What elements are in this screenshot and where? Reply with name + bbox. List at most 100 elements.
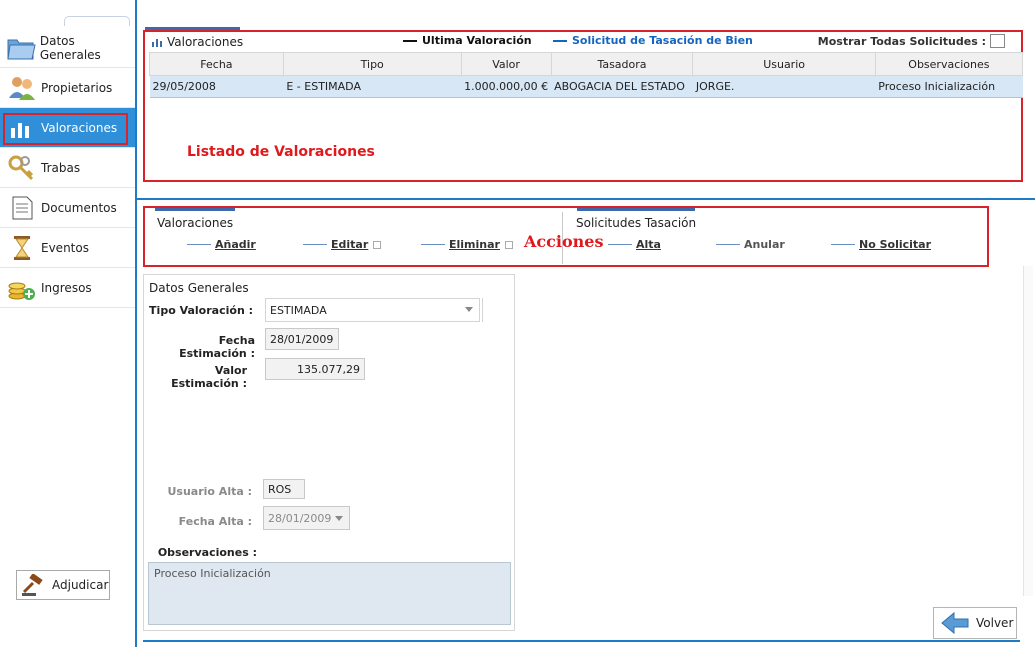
- legend-last-valuation: Ultima Valoración: [403, 34, 532, 47]
- adjudicar-button[interactable]: Adjudicar: [16, 570, 110, 600]
- annotation-acciones: Acciones: [524, 232, 604, 251]
- sidebar-item-propietarios[interactable]: Propietarios: [0, 68, 136, 108]
- show-all-requests: Mostrar Todas Solicitudes :: [818, 34, 1005, 48]
- sidebar-item-label: Propietarios: [41, 80, 113, 95]
- valoraciones-actions: Valoraciones Añadir Editar Eliminar: [147, 210, 561, 265]
- action-line: [421, 244, 445, 245]
- fecha-estimacion-value: 28/01/2009: [270, 332, 334, 346]
- sidebar-item-label: Eventos: [41, 240, 89, 255]
- legend-dash: [553, 39, 567, 42]
- legend-last-text: Ultima Valoración: [422, 34, 532, 47]
- scrollbar[interactable]: [1023, 266, 1033, 596]
- cell-fecha: 29/05/2008: [149, 75, 284, 98]
- add-label: Añadir: [215, 238, 256, 251]
- dropdown-icon: [504, 240, 513, 249]
- add-button[interactable]: Añadir: [187, 238, 256, 251]
- show-all-checkbox[interactable]: [990, 34, 1005, 48]
- column-header[interactable]: Usuario: [692, 52, 876, 76]
- fecha-alta-label: Fecha Alta :: [178, 515, 252, 528]
- valoraciones-actions-title: Valoraciones: [157, 216, 234, 230]
- fecha-estimacion-field[interactable]: 28/01/2009: [265, 328, 339, 350]
- cell-tipo: E - ESTIMADA: [283, 75, 462, 98]
- bottom-line: [143, 640, 1020, 642]
- column-header[interactable]: Fecha: [149, 52, 284, 76]
- sidebar-item-trabas[interactable]: Trabas: [0, 148, 136, 188]
- sidebar-item-eventos[interactable]: Eventos: [0, 228, 136, 268]
- show-all-label: Mostrar Todas Solicitudes :: [817, 34, 986, 48]
- valoraciones-table: Fecha Tipo Valor Tasadora Usuario Observ…: [149, 52, 1024, 98]
- grid-title: Valoraciones: [151, 35, 243, 49]
- sidebar-item-label: Datos Generales: [39, 33, 101, 62]
- edit-label: Editar: [331, 238, 369, 251]
- action-line: [187, 244, 211, 245]
- column-header[interactable]: Observaciones: [874, 52, 1024, 76]
- volver-button[interactable]: Volver: [933, 607, 1017, 639]
- table-header-row: Fecha Tipo Valor Tasadora Usuario Observ…: [149, 52, 1024, 76]
- keys-icon: [6, 152, 38, 184]
- document-icon: [6, 192, 38, 224]
- sidebar-item-label: Trabas: [41, 160, 81, 175]
- legend-request: Solicitud de Tasación de Bien: [553, 34, 753, 47]
- adjudicar-label: Adjudicar: [52, 578, 109, 592]
- sidebar-item-label: Documentos: [41, 200, 117, 215]
- legend-request-text: Solicitud de Tasación de Bien: [572, 34, 753, 47]
- observaciones-textarea[interactable]: Proceso Inicialización: [148, 562, 511, 625]
- hourglass-icon: [6, 232, 38, 264]
- sidebar-item-documentos[interactable]: Documentos: [0, 188, 136, 228]
- no-solicitar-label: No Solicitar: [859, 238, 932, 251]
- observaciones-value: Proceso Inicialización: [154, 567, 271, 580]
- anular-button[interactable]: Anular: [716, 238, 785, 251]
- tab-edge: [64, 16, 130, 26]
- grid-title-text: Valoraciones: [167, 35, 244, 49]
- valor-estimacion-label: Valor Estimación :: [171, 364, 247, 390]
- valor-estimacion-field[interactable]: 135.077,29: [265, 358, 365, 380]
- chevron-down-icon: [335, 516, 343, 521]
- folder-icon: [6, 32, 37, 64]
- usuario-alta-field: ROS: [263, 479, 305, 499]
- select-edge: [482, 298, 483, 322]
- tipo-valoracion-value: ESTIMADA: [270, 303, 327, 317]
- action-line: [831, 244, 855, 245]
- edit-button[interactable]: Editar: [303, 238, 382, 251]
- usuario-alta-label: Usuario Alta :: [167, 485, 252, 498]
- datos-generales-form: Datos Generales Tipo Valoración : ESTIMA…: [143, 274, 515, 631]
- sidebar: Datos Generales Propietarios Valoracione…: [0, 0, 136, 647]
- sidebar-item-ingresos[interactable]: Ingresos: [0, 268, 136, 308]
- cell-usuario: JORGE.: [692, 75, 876, 98]
- volver-label: Volver: [976, 616, 1014, 630]
- valor-estimacion-value: 135.077,29: [297, 362, 360, 376]
- action-line: [716, 244, 740, 245]
- arrow-left-icon: [940, 611, 970, 635]
- column-header[interactable]: Valor: [460, 52, 552, 76]
- fecha-alta-value: 28/01/2009: [268, 511, 332, 525]
- fecha-estimacion-label: Fecha Estimación :: [179, 334, 255, 360]
- cell-valor: 1.000.000,00 €: [461, 75, 552, 98]
- users-icon: [6, 72, 38, 104]
- alta-label: Alta: [636, 238, 661, 251]
- sidebar-item-datos-generales[interactable]: Datos Generales: [0, 28, 136, 68]
- tipo-valoracion-label: Tipo Valoración :: [149, 304, 253, 317]
- valoraciones-grid-panel: Valoraciones Ultima Valoración Solicitud…: [143, 30, 1024, 182]
- column-header[interactable]: Tipo: [282, 52, 462, 76]
- legend-dash: [403, 39, 417, 42]
- table-row[interactable]: 29/05/2008 E - ESTIMADA 1.000.000,00 € A…: [149, 75, 1023, 98]
- gavel-icon: [21, 572, 47, 598]
- fecha-alta-field: 28/01/2009: [263, 506, 350, 530]
- coins-icon: [6, 272, 38, 304]
- bar-chart-icon: [151, 36, 163, 48]
- sidebar-divider: [135, 0, 137, 647]
- chevron-down-icon: [465, 307, 473, 312]
- delete-label: Eliminar: [449, 238, 500, 251]
- dropdown-icon: [373, 240, 382, 249]
- highlight-box: [3, 113, 128, 145]
- alta-button[interactable]: Alta: [608, 238, 661, 251]
- cell-tasadora: ABOGACIA DEL ESTADO: [551, 75, 693, 98]
- no-solicitar-button[interactable]: No Solicitar: [831, 238, 931, 251]
- column-header[interactable]: Tasadora: [550, 52, 694, 76]
- actions-panel: Valoraciones Añadir Editar Eliminar Soli…: [143, 206, 989, 267]
- tipo-valoracion-select[interactable]: ESTIMADA: [265, 298, 480, 322]
- cell-observaciones: Proceso Inicialización: [875, 75, 1023, 98]
- delete-button[interactable]: Eliminar: [421, 238, 513, 251]
- annotation-listado: Listado de Valoraciones: [187, 144, 375, 160]
- solicitudes-actions-title: Solicitudes Tasación: [576, 216, 697, 230]
